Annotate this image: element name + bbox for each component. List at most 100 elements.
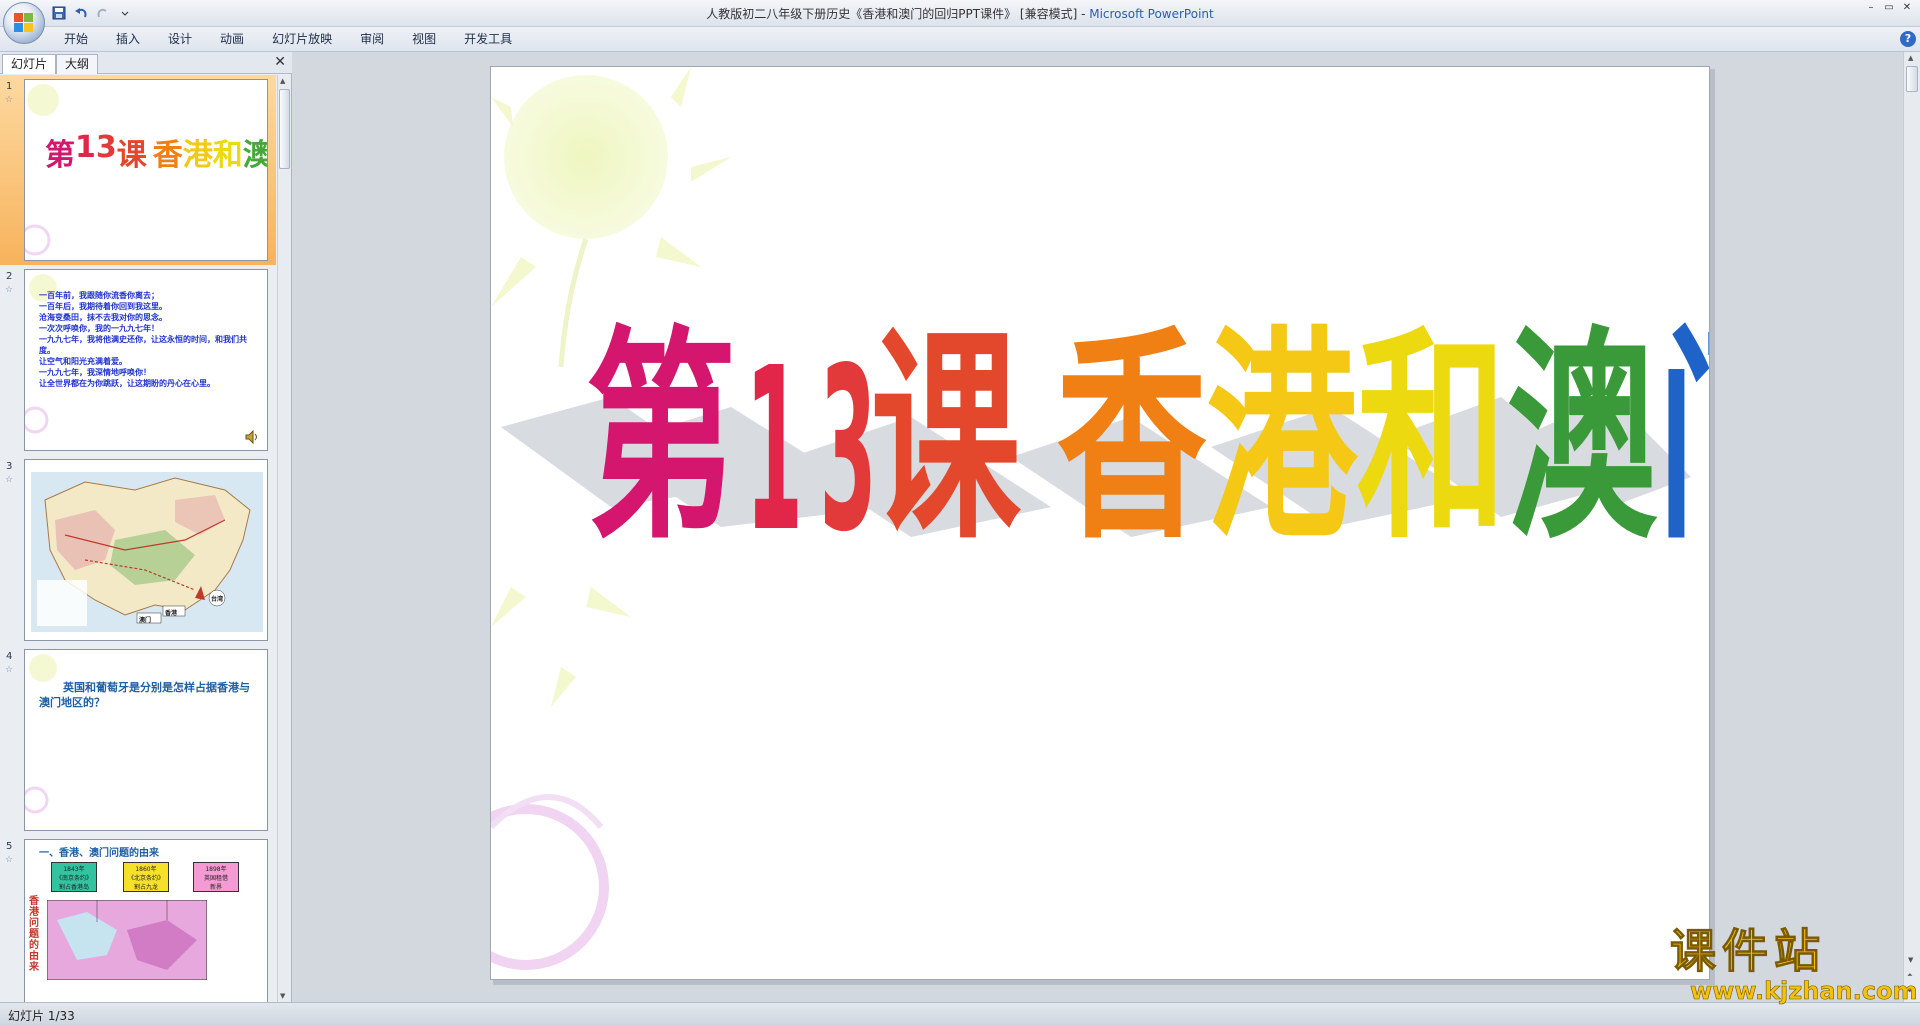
tab-insert[interactable]: 插入: [102, 27, 154, 52]
ribbon: 开始 插入 设计 动画 幻灯片放映 审阅 视图 开发工具 ?: [0, 27, 1920, 52]
restore-button[interactable]: ▭: [1880, 0, 1898, 14]
minimize-button[interactable]: –: [1862, 0, 1880, 14]
hong-kong-map-image: [47, 900, 207, 980]
treaty-box: 1843年 《南京条约》 割占香港岛: [51, 862, 97, 892]
map-label: 台湾: [211, 596, 224, 603]
thumbnail-4-question: 英国和葡萄牙是分别是怎样占据香港与澳门地区的？: [39, 681, 250, 709]
slide-editor: 第 1 3 课 香 港 和 澳 门 的 回 归 ▲ ▼ ⏶ ⏷: [293, 52, 1920, 1002]
poem-line: 沧海变桑田，抹不去我对你的思念。: [39, 312, 167, 322]
current-slide[interactable]: 第 1 3 课 香 港 和 澳 门 的 回 归: [490, 66, 1710, 980]
treaty-name: 《北京条约》: [127, 875, 164, 882]
scroll-up-icon[interactable]: ▲: [1908, 54, 1913, 62]
animation-star-icon: ☆: [5, 95, 14, 105]
tab-home[interactable]: 开始: [50, 27, 102, 52]
title-char: 港: [1206, 309, 1357, 570]
status-bar: 幻灯片 1/33: [0, 1002, 1920, 1025]
speaker-icon: [245, 430, 257, 444]
treaty-box: 1898年 英国租借 新界: [193, 862, 239, 892]
poem-line: 一百年前，我跟随你流香你离去；: [39, 290, 159, 300]
office-button[interactable]: [3, 2, 45, 44]
title-char: 门: [1657, 257, 1709, 583]
title-char: 课: [870, 309, 1021, 570]
thumbnail-number: 2: [6, 271, 13, 282]
title-char: 澳: [243, 130, 267, 174]
thumbnail-number: 5: [6, 841, 13, 852]
thumbnail-2-text: 一百年前，我跟随你流香你离去； 一百年后，我期待着你回到我这里。 沧海变桑田，抹…: [39, 290, 261, 389]
poem-line: 一九九七年，我将他满史还你，让这永恒的时间，和我们共度。: [39, 334, 247, 355]
office-logo-icon: [14, 13, 34, 33]
title-char: 1: [745, 321, 803, 582]
china-map-image: [31, 472, 263, 632]
animation-star-icon: ☆: [5, 855, 14, 865]
treaty-name: 英国租借: [203, 875, 228, 882]
thumbnail-slide-1: 第 1 3 课 香 港 和 澳 门 的 回 归: [24, 79, 268, 261]
treaty-desc: 新界: [209, 884, 222, 891]
title-char: 3: [819, 321, 878, 582]
thumbnail-list: 1 ☆ 第 1 3 课 香 港 和 澳 门 的: [0, 75, 276, 1002]
window-title: 人教版初二八年级下册历史《香港和澳门的回归PPT课件》 [兼容模式] - Mic…: [0, 5, 1920, 22]
title-char: 和: [1356, 309, 1507, 570]
title-char: 3: [95, 130, 117, 165]
treaty-year: 1860年: [135, 866, 157, 873]
tab-design[interactable]: 设计: [154, 27, 206, 52]
thumbnail-1-title: 第 1 3 课 香 港 和 澳 门 的 回 归: [45, 130, 267, 174]
scroll-down-icon[interactable]: ▼: [280, 992, 285, 1000]
slide-title[interactable]: 第 1 3 课 香 港 和 澳 门 的 回 归: [586, 282, 1709, 582]
thumbnail-slide-2: 一百年前，我跟随你流香你离去； 一百年后，我期待着你回到我这里。 沧海变桑田，抹…: [24, 269, 268, 451]
scrollbar-thumb[interactable]: [1906, 66, 1918, 92]
title-char: 澳: [1506, 309, 1657, 570]
thumbnail-item-1[interactable]: 1 ☆ 第 1 3 课 香 港 和 澳 门 的: [0, 75, 276, 265]
ribbon-tabs: 开始 插入 设计 动画 幻灯片放映 审阅 视图 开发工具: [50, 27, 526, 52]
watermark-title: 课件站: [1670, 924, 1826, 978]
tab-slides[interactable]: 幻灯片: [2, 54, 57, 74]
title-bar: 人教版初二八年级下册历史《香港和澳门的回归PPT课件》 [兼容模式] - Mic…: [0, 0, 1920, 27]
editor-scrollbar[interactable]: ▲ ▼ ⏶ ⏷: [1903, 52, 1920, 1002]
tab-review[interactable]: 审阅: [346, 27, 398, 52]
thumbnail-slide-5: 一、香港、澳门问题的由来 1843年 《南京条约》 割占香港岛 1860年 《北…: [24, 839, 268, 1002]
thumbnail-item-3[interactable]: 3 ☆ 澳门 香港 台湾: [0, 455, 276, 645]
tab-developer[interactable]: 开发工具: [450, 27, 526, 52]
scrollbar-thumb[interactable]: [279, 89, 290, 169]
poem-line: 一次次呼唤你，我的一九九七年！: [39, 323, 159, 333]
animation-star-icon: ☆: [5, 475, 14, 485]
treaty-year: 1843年: [63, 866, 85, 873]
title-char: 香: [152, 138, 183, 173]
thumbnail-number: 1: [6, 81, 13, 92]
treaty-year: 1898年: [205, 866, 227, 873]
thumbnail-item-5[interactable]: 5 ☆ 一、香港、澳门问题的由来 1843年 《南京条约》 割占香港岛 1860…: [0, 835, 276, 1002]
thumbnail-item-2[interactable]: 2 ☆ 一百年前，我跟随你流香你离去； 一百年后，我期待着你回到我这里。 沧海变…: [0, 265, 276, 455]
thumbnail-number: 4: [6, 651, 13, 662]
poem-line: 让空气和阳光充满着爱。: [39, 356, 127, 366]
tab-view[interactable]: 视图: [398, 27, 450, 52]
thumbnail-5-heading: 一、香港、澳门问题的由来: [39, 848, 159, 859]
tab-slide-show[interactable]: 幻灯片放映: [258, 27, 346, 52]
animation-star-icon: ☆: [5, 665, 14, 675]
title-char: 香: [1056, 309, 1207, 570]
close-button[interactable]: ✕: [1898, 0, 1916, 14]
thumbnail-number: 3: [6, 461, 13, 472]
window-controls: – ▭ ✕: [1862, 0, 1916, 14]
document-title: 人教版初二八年级下册历史《香港和澳门的回归PPT课件》 [兼容模式] -: [706, 7, 1090, 21]
thumbnail-scrollbar[interactable]: ▲ ▼: [277, 75, 291, 1002]
animation-star-icon: ☆: [5, 285, 14, 295]
treaty-desc: 割占九龙: [133, 884, 158, 891]
tab-animations[interactable]: 动画: [206, 27, 258, 52]
thumbnail-4-background: [25, 654, 57, 814]
poem-line: 让全世界都在为你跳跃，让这期盼的丹心在心里。: [39, 378, 215, 388]
panel-tabs: 幻灯片 大纲 ✕: [0, 52, 292, 74]
title-char: 港: [182, 138, 213, 173]
poem-line: 一百年后，我期待着你回到我这里。: [39, 301, 167, 311]
title-char: 课: [116, 138, 147, 173]
panel-close-button[interactable]: ✕: [274, 54, 286, 70]
slide-indicator: 幻灯片 1/33: [8, 1009, 75, 1023]
slides-panel: 幻灯片 大纲 ✕ 1 ☆ 第 1 3 课 香 港 和 2 ☆ 一百年前，我跟随你…: [0, 52, 292, 1002]
help-button[interactable]: ?: [1900, 31, 1916, 47]
title-char: 和: [212, 138, 243, 173]
scroll-up-icon[interactable]: ▲: [280, 77, 285, 85]
thumbnail-item-4[interactable]: 4 ☆ 英国和葡萄牙是分别是怎样占据香港与澳门地区的？: [0, 645, 276, 835]
poem-line: 一九九七年，我深情地呼唤你！: [39, 367, 151, 377]
tab-outline[interactable]: 大纲: [56, 54, 99, 74]
title-char: 第: [586, 309, 737, 570]
map-label: 澳门: [139, 617, 152, 624]
watermark-url: www.kjzhan.com: [1690, 977, 1918, 1006]
